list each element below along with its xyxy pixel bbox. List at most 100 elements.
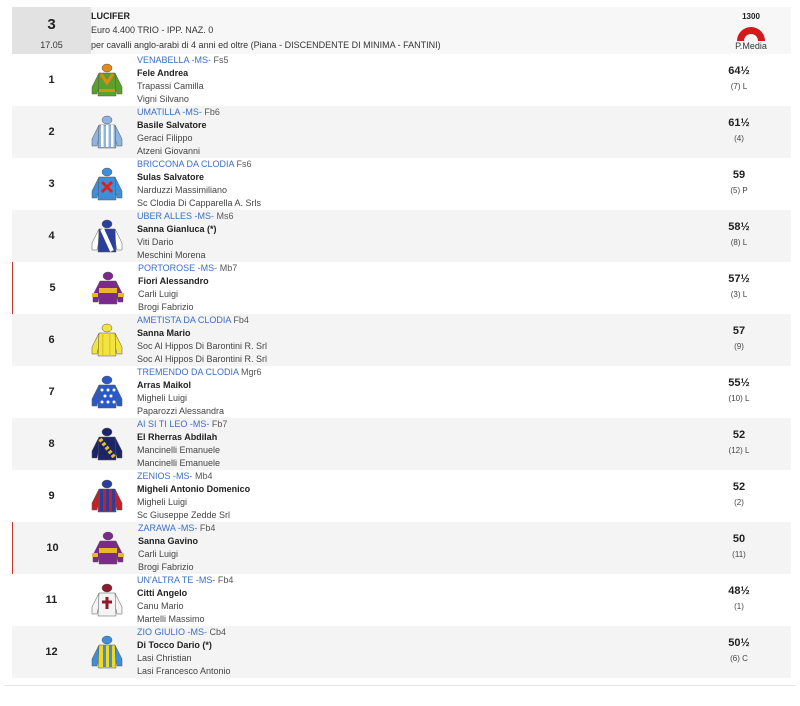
horse-name-link[interactable]: ZENIOS -MS- Mb4 (137, 471, 213, 481)
stall-position: (9) (734, 342, 744, 351)
runner-row: 4 UBER ALLES -MS- Ms6 Sanna Gianluca (*) Vi… (12, 210, 791, 262)
jockey-name: Sanna Gavino (138, 536, 199, 546)
stall-position: (11) (732, 550, 746, 559)
horse-name[interactable]: PORTOROSE -MS- (138, 263, 217, 273)
silk-yellow-blue-stripes-icon (89, 635, 125, 671)
silk-blue-white-stripes-icon (89, 115, 125, 151)
horse-name-link[interactable]: PORTOROSE -MS- Mb7 (138, 263, 237, 273)
stall-position: (5) P (730, 186, 748, 195)
trainer-name: Carli Luigi (138, 549, 179, 559)
runner-number: 9 (48, 490, 55, 502)
runner-number: 4 (48, 230, 55, 242)
silk-purple-yellow-icon (90, 531, 126, 567)
horse-name[interactable]: VENABELLA -MS- (137, 55, 211, 65)
horse-form: Mgr6 (241, 367, 262, 377)
jockey-name: Di Tocco Dario (*) (137, 640, 212, 650)
runner-row: 3 BRICCONA DA CLODIA Fs6 Sulas Salvatore Na… (12, 158, 791, 210)
trainer-name: Viti Dario (137, 237, 174, 247)
horse-name[interactable]: UN'ALTRA TE -MS- (137, 575, 215, 585)
runner-number: 8 (48, 438, 55, 450)
race-header: 3 17.05 LUCIFER Euro 4.400 TRIO - IPP. N… (12, 7, 791, 54)
horse-name[interactable]: BRICCONA DA CLODIA (137, 159, 234, 169)
runner-number: 10 (46, 542, 59, 554)
silk-blue-white-stars-icon (89, 375, 125, 411)
owner-name: Meschini Morena (137, 250, 206, 260)
runner-weight: 61½ (728, 117, 750, 129)
track-arc-icon: 1300 (737, 12, 765, 41)
horse-name[interactable]: ZIO GIULIO -MS- (137, 627, 207, 637)
runner-number: 3 (48, 178, 55, 190)
race-card: 3 17.05 LUCIFER Euro 4.400 TRIO - IPP. N… (12, 7, 791, 678)
horse-name-link[interactable]: ZIO GIULIO -MS- Cb4 (137, 627, 226, 637)
trainer-name: Carli Luigi (138, 289, 179, 299)
runner-row: 12 ZIO GIULIO -MS- Cb4 Di Tocco Dario (*) L… (12, 626, 791, 678)
horse-name[interactable]: UBER ALLES -MS- (137, 211, 214, 221)
jockey-name: Fele Andrea (137, 68, 189, 78)
pmedia-label: P.Media (735, 41, 767, 51)
race-number-box: 3 17.05 (12, 7, 91, 54)
silk-white-maroon-cross-icon (89, 583, 125, 619)
owner-name: Soc Al Hippos Di Barontini R. Srl (137, 354, 268, 364)
stall-position: (10) L (728, 394, 750, 403)
runner-weight: 64½ (728, 65, 750, 77)
race-conditions: per cavalli anglo-arabi di 4 anni ed olt… (91, 40, 441, 50)
horse-name[interactable]: AMETISTA DA CLODIA (137, 315, 231, 325)
horse-name-link[interactable]: UMATILLA -MS- Fb6 (137, 107, 220, 117)
horse-form: Fb6 (204, 107, 220, 117)
horse-name-link[interactable]: UN'ALTRA TE -MS- Fb4 (137, 575, 233, 585)
race-time: 17.05 (40, 40, 63, 50)
runner-weight: 48½ (728, 585, 750, 597)
horse-name-link[interactable]: UBER ALLES -MS- Ms6 (137, 211, 234, 221)
horse-name-link[interactable]: TREMENDO DA CLODIA Mgr6 (137, 367, 262, 377)
runner-number: 1 (48, 74, 55, 86)
runner-row: 2 UMATILLA -MS- Fb6 Basile Salvatore Geraci… (12, 106, 791, 158)
runners-list: 1 VENABELLA -MS- Fs5 Fele Andrea Trapassi C… (12, 54, 791, 678)
jockey-name: Sanna Mario (137, 328, 191, 338)
runner-row: 1 VENABELLA -MS- Fs5 Fele Andrea Trapassi C… (12, 54, 791, 106)
owner-name: Brogi Fabrizio (138, 562, 194, 572)
horse-form: Cb4 (209, 627, 227, 637)
silk-navy-white-sash-icon (89, 219, 125, 255)
jockey-name: Arras Maikol (137, 380, 192, 390)
runner-weight: 52 (732, 429, 746, 441)
runner-weight: 50 (732, 533, 746, 545)
runner-row: 11 UN'ALTRA TE -MS- Fb4 Citti Angelo Canu M… (12, 574, 791, 626)
trainer-name: Migheli Luigi (137, 393, 188, 403)
horse-name[interactable]: ZARAWA -MS- (138, 523, 197, 533)
trainer-name: Narduzzi Massimiliano (137, 185, 228, 195)
stall-position: (7) L (730, 82, 748, 91)
silk-yellow-icon (89, 323, 125, 359)
horse-name[interactable]: TREMENDO DA CLODIA (137, 367, 239, 377)
horse-name[interactable]: ZENIOS -MS- (137, 471, 193, 481)
horse-name[interactable]: UMATILLA -MS- (137, 107, 202, 117)
runner-number: 12 (45, 646, 58, 658)
runner-weight: 57 (732, 325, 746, 337)
jockey-name: El Rherras Abdilah (137, 432, 218, 442)
runner-row: 6 AMETISTA DA CLODIA Fb4 Sanna Mario Soc Al… (12, 314, 791, 366)
race-name[interactable]: LUCIFER (91, 11, 130, 21)
horse-form: Mb7 (219, 263, 238, 273)
stall-position: (2) (734, 498, 744, 507)
owner-name: Atzeni Giovanni (137, 146, 201, 156)
horse-name-link[interactable]: VENABELLA -MS- Fs5 (137, 55, 229, 65)
stall-position: (1) (734, 602, 744, 611)
runner-number: 11 (45, 594, 58, 606)
horse-name-link[interactable]: AI SI TI LEO -MS- Fb7 (137, 419, 227, 429)
horse-form: Fb4 (233, 315, 249, 325)
horse-name-link[interactable]: BRICCONA DA CLODIA Fs6 (137, 159, 252, 169)
horse-name-link[interactable]: ZARAWA -MS- Fb4 (138, 523, 215, 533)
horse-name[interactable]: AI SI TI LEO -MS- (137, 419, 209, 429)
runner-weight: 58½ (728, 221, 750, 233)
trainer-name: Soc Al Hippos Di Barontini R. Srl (137, 341, 268, 351)
horse-form: Fs5 (213, 55, 229, 65)
horse-name-link[interactable]: AMETISTA DA CLODIA Fb4 (137, 315, 249, 325)
owner-name: Vigni Silvano (137, 94, 189, 104)
horse-form: Fb4 (199, 523, 216, 533)
jockey-name: Citti Angelo (137, 588, 188, 598)
trainer-name: Migheli Luigi (137, 497, 188, 507)
race-number: 3 (47, 16, 56, 33)
jockey-name: Sanna Gianluca (*) (137, 224, 217, 234)
runner-row: 7 TREMENDO DA CLODIA Mgr6 Arras Maikol Migh… (12, 366, 791, 418)
owner-name: Sc Giuseppe Zedde Srl (137, 510, 231, 520)
trainer-name: Trapassi Camilla (137, 81, 204, 91)
